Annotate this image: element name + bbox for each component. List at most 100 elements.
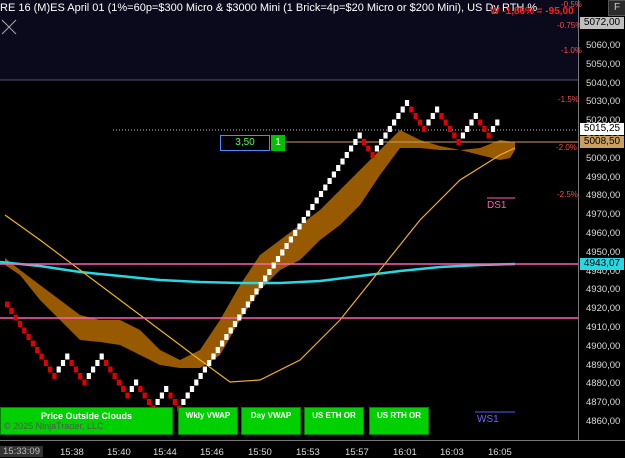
percent-tick: -1.0% — [561, 46, 582, 55]
level-price-label: 4943,07 — [580, 258, 624, 270]
renko-brick — [258, 282, 263, 288]
renko-brick — [353, 139, 358, 145]
renko-brick — [331, 171, 336, 178]
renko-brick — [237, 314, 242, 321]
renko-brick — [387, 126, 392, 132]
time-tick: 16:03 — [440, 447, 464, 458]
percent-tick: -0.75% — [557, 21, 583, 30]
renko-brick — [310, 204, 315, 210]
renko-brick — [306, 210, 311, 217]
renko-brick — [452, 132, 457, 139]
renko-brick — [396, 113, 401, 119]
renko-brick — [181, 399, 186, 405]
renko-brick — [254, 288, 259, 295]
price-tick: 5000,00 — [586, 152, 621, 164]
price-tick: 5030,00 — [586, 96, 621, 108]
renko-brick — [297, 223, 302, 230]
cloud — [5, 130, 515, 368]
price-tick: 4990,00 — [586, 171, 621, 183]
renko-brick — [460, 132, 465, 139]
price-chart[interactable] — [0, 0, 625, 457]
renko-brick — [323, 184, 328, 191]
renko-brick — [138, 386, 143, 392]
renko-brick — [366, 145, 371, 152]
renko-brick — [17, 321, 23, 327]
percent-tick: -2.0% — [556, 143, 577, 152]
renko-brick — [344, 152, 349, 158]
ws1-label: WS1 — [477, 414, 499, 425]
renko-brick — [383, 132, 388, 139]
wkly-vwap-button[interactable]: Wkly VWAP — [178, 407, 238, 435]
clock-readout: 15:33:09 — [0, 446, 43, 457]
us-rth-or-button[interactable]: US RTH OR — [369, 407, 429, 435]
time-tick: 15:46 — [200, 447, 224, 458]
renko-brick — [430, 113, 435, 119]
percent-tick: -2.5% — [557, 190, 578, 199]
renko-brick — [159, 392, 164, 399]
order-price-box[interactable]: 3,50 — [220, 135, 270, 151]
renko-brick — [495, 119, 500, 126]
renko-brick — [95, 360, 100, 366]
renko-brick — [121, 386, 126, 392]
percent-tick: -1.5% — [558, 95, 579, 104]
renko-brick — [327, 178, 332, 184]
renko-brick — [9, 308, 14, 314]
renko-brick — [404, 100, 410, 106]
renko-brick — [185, 392, 190, 399]
renko-brick — [164, 386, 169, 392]
renko-brick — [422, 126, 427, 132]
renko-brick — [392, 119, 397, 126]
renko-brick — [435, 106, 440, 113]
renko-brick — [374, 145, 379, 152]
renko-brick — [69, 360, 74, 366]
renko-brick — [26, 334, 31, 340]
renko-brick — [48, 366, 53, 373]
renko-brick — [202, 366, 207, 373]
renko-brick — [280, 249, 285, 256]
renko-brick — [155, 399, 160, 405]
renko-brick — [409, 106, 414, 113]
renko-brick — [30, 340, 35, 347]
day-vwap-button[interactable]: Day VWAP — [241, 407, 301, 435]
renko-brick — [413, 113, 418, 119]
last-price-label: 5015,25 — [580, 123, 624, 135]
us-eth-or-button[interactable]: US ETH OR — [304, 407, 364, 435]
time-tick: 15:53 — [296, 447, 320, 458]
renko-brick — [215, 347, 220, 353]
renko-brick — [78, 373, 83, 379]
renko-brick — [73, 366, 78, 373]
renko-brick — [349, 145, 354, 152]
renko-brick — [108, 366, 113, 373]
price-tick: 4880,00 — [586, 378, 621, 390]
renko-brick — [478, 119, 483, 126]
renko-brick — [486, 132, 491, 139]
renko-brick — [224, 334, 229, 340]
renko-brick — [241, 308, 246, 314]
renko-brick — [271, 262, 276, 269]
price-tick: 4860,00 — [586, 416, 621, 427]
renko-brick — [482, 126, 487, 132]
renko-brick — [220, 340, 225, 347]
renko-brick — [168, 392, 173, 399]
time-tick: 16:01 — [393, 447, 417, 458]
time-tick: 15:57 — [345, 447, 369, 458]
renko-brick — [288, 236, 293, 243]
renko-brick — [39, 353, 44, 360]
renko-brick — [318, 191, 324, 197]
renko-brick — [370, 152, 375, 158]
price-tick: 4920,00 — [586, 303, 621, 315]
renko-brick — [245, 301, 250, 308]
order-qty-box[interactable]: 1 — [271, 135, 285, 151]
renko-brick — [379, 139, 384, 145]
renko-brick — [52, 373, 57, 379]
renko-brick — [22, 327, 27, 334]
renko-brick — [336, 165, 341, 171]
renko-brick — [142, 392, 147, 399]
ds1-label: DS1 — [487, 200, 507, 211]
price-tick: 4900,00 — [586, 340, 621, 352]
renko-brick — [439, 113, 444, 119]
renko-brick — [13, 314, 18, 321]
renko-brick — [314, 197, 319, 204]
price-tick: 4960,00 — [586, 228, 621, 239]
renko-brick — [86, 373, 91, 379]
